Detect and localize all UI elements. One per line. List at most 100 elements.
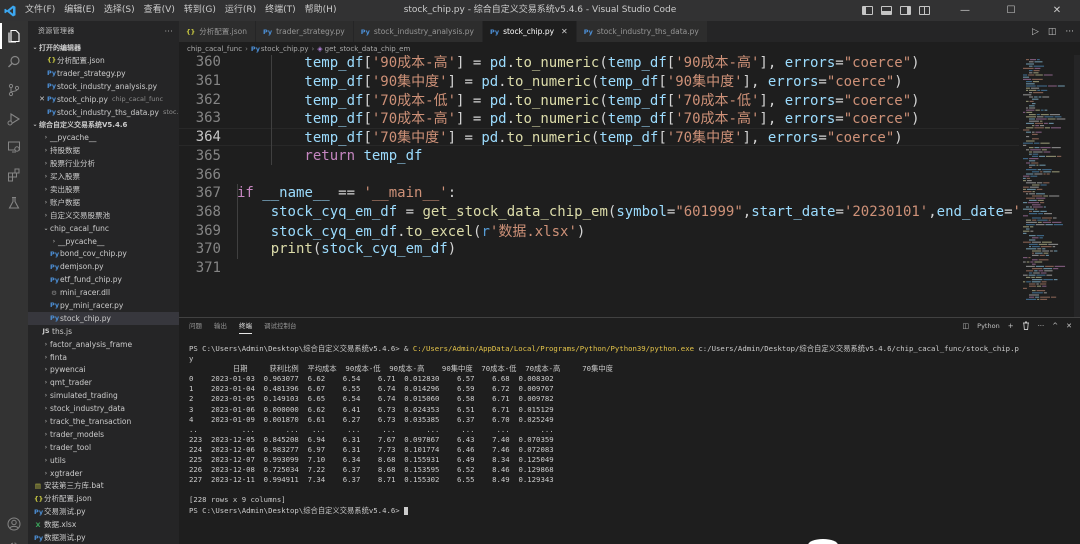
- panel-tab[interactable]: 调试控制台: [264, 318, 297, 334]
- folder-item[interactable]: › stock_industry_data: [28, 402, 179, 415]
- explorer-icon[interactable]: [0, 23, 28, 49]
- folder-item[interactable]: › xgtrader: [28, 467, 179, 480]
- folder-item[interactable]: › 卖出股票: [28, 183, 179, 196]
- run-debug-icon[interactable]: [0, 106, 28, 132]
- tab-trader_strategy-py[interactable]: Py trader_strategy.py: [255, 21, 354, 42]
- folder-item[interactable]: › trader_models: [28, 428, 179, 441]
- code-line[interactable]: 364 temp_df['70集中度'] = pd.to_numeric(temp…: [179, 127, 1019, 147]
- folder-item[interactable]: › pywencai: [28, 363, 179, 376]
- close-window-button[interactable]: ✕: [1034, 0, 1080, 21]
- maximize-button[interactable]: ☐: [988, 0, 1034, 21]
- customize-layout-icon[interactable]: [919, 6, 930, 15]
- breadcrumb-item[interactable]: get_stock_data_chip_em: [325, 45, 411, 53]
- open-editor-item[interactable]: ✕ Py stock_chip.py chip_cacal_func: [28, 93, 179, 106]
- folder-item[interactable]: › utils: [28, 454, 179, 467]
- panel-tab[interactable]: 终端: [239, 318, 252, 334]
- menu-item[interactable]: 文件(F): [20, 0, 59, 21]
- code-line[interactable]: 365 return temp_df: [179, 147, 1019, 166]
- remote-explorer-icon[interactable]: [0, 134, 28, 160]
- file-item[interactable]: Py py_mini_racer.py: [28, 299, 179, 312]
- toggle-sidebar-icon[interactable]: [862, 6, 873, 15]
- tab--json[interactable]: {} 分析配置.json: [179, 21, 256, 42]
- code-line[interactable]: 366: [179, 165, 1019, 184]
- menu-item[interactable]: 运行(R): [220, 0, 260, 21]
- file-item[interactable]: Py etf_fund_chip.py: [28, 273, 179, 286]
- editor-scrollbar[interactable]: [1074, 55, 1080, 317]
- run-python-icon[interactable]: ▷: [1032, 27, 1039, 37]
- code-line[interactable]: 360 temp_df['90成本-高'] = pd.to_numeric(tem…: [179, 55, 1019, 72]
- file-item[interactable]: Py bond_cov_chip.py: [28, 247, 179, 260]
- folder-item[interactable]: › finta: [28, 351, 179, 364]
- open-editor-item[interactable]: Py stock_industry_analysis.py: [28, 80, 179, 93]
- minimap[interactable]: [1019, 55, 1080, 317]
- source-control-icon[interactable]: [0, 77, 28, 103]
- folder-item[interactable]: › simulated_trading: [28, 389, 179, 402]
- terminal-output[interactable]: PS C:\Users\Admin\Desktop\综合自定义交易系统v5.4.…: [189, 344, 1074, 516]
- code-line[interactable]: 362 temp_df['70成本-低'] = pd.to_numeric(tem…: [179, 90, 1019, 109]
- toggle-panel-icon[interactable]: [881, 6, 892, 15]
- folder-item[interactable]: › qmt_trader: [28, 376, 179, 389]
- toggle-secondary-sidebar-icon[interactable]: [900, 6, 911, 15]
- file-item[interactable]: Py 数据测试.py: [28, 531, 179, 544]
- code-line[interactable]: 361 temp_df['90集中度'] = pd.to_numeric(temp…: [179, 72, 1019, 91]
- file-item[interactable]: ▤ 安装第三方库.bat: [28, 480, 179, 493]
- menu-item[interactable]: 终端(T): [260, 0, 300, 21]
- menu-item[interactable]: 选择(S): [99, 0, 139, 21]
- manage-gear-icon[interactable]: [0, 535, 28, 544]
- panel-more-button[interactable]: ···: [1038, 322, 1045, 330]
- file-item[interactable]: Py demjson.py: [28, 260, 179, 273]
- terminal-split-icon[interactable]: ◫: [963, 322, 970, 330]
- file-item[interactable]: JS ths.js: [28, 325, 179, 338]
- explorer-more-button[interactable]: ···: [164, 27, 173, 36]
- account-icon[interactable]: [0, 511, 28, 537]
- menu-item[interactable]: 编辑(E): [59, 0, 99, 21]
- folder-item[interactable]: ⌄ chip_cacal_func: [28, 222, 179, 235]
- code-editor[interactable]: 360 temp_df['90成本-高'] = pd.to_numeric(tem…: [179, 55, 1019, 317]
- breadcrumb-item[interactable]: stock_chip.py: [261, 45, 309, 53]
- open-editor-item[interactable]: Py trader_strategy.py: [28, 67, 179, 80]
- folder-item[interactable]: › 股票行业分析: [28, 157, 179, 170]
- open-editor-item[interactable]: Pystock_industry_ths_data.pystoc...: [28, 106, 179, 119]
- code-line[interactable]: 370 print(stock_cyq_em_df): [179, 240, 1019, 259]
- code-line[interactable]: 367 if __name__ == '__main__':: [179, 184, 1019, 203]
- code-line[interactable]: 363 temp_df['70成本-高'] = pd.to_numeric(tem…: [179, 109, 1019, 128]
- folder-item[interactable]: › __pycache__: [28, 235, 179, 248]
- menu-item[interactable]: 查看(V): [139, 0, 179, 21]
- folder-item[interactable]: › 账户数据: [28, 196, 179, 209]
- folder-item[interactable]: › 买入股票: [28, 170, 179, 183]
- maximize-panel-icon[interactable]: ^: [1052, 322, 1058, 330]
- tab-stock_chip-py[interactable]: Py stock_chip.py ✕: [482, 21, 577, 42]
- close-icon[interactable]: ✕: [561, 27, 568, 36]
- folder-item[interactable]: › 持股数据: [28, 144, 179, 157]
- file-item[interactable]: Py stock_chip.py: [28, 311, 179, 325]
- folder-item[interactable]: › factor_analysis_frame: [28, 338, 179, 351]
- code-line[interactable]: 371: [179, 259, 1019, 278]
- folder-item[interactable]: › __pycache__: [28, 131, 179, 144]
- testing-icon[interactable]: [0, 190, 28, 216]
- terminal-kind-label[interactable]: Python: [977, 322, 1000, 330]
- file-item[interactable]: Py 交易测试.py: [28, 505, 179, 518]
- close-panel-button[interactable]: ✕: [1066, 322, 1072, 330]
- open-editor-item[interactable]: {} 分析配置.json: [28, 54, 179, 67]
- open-editors-section[interactable]: ⌄ 打开的编辑器: [28, 41, 179, 54]
- code-line[interactable]: 369 stock_cyq_em_df.to_excel(r'数据.xlsx'): [179, 221, 1019, 240]
- panel-tab[interactable]: 问题: [189, 318, 202, 334]
- new-terminal-button[interactable]: +: [1008, 322, 1014, 330]
- folder-item[interactable]: › track_the_transaction: [28, 415, 179, 428]
- code-line[interactable]: 368 stock_cyq_em_df = get_stock_data_chip…: [179, 203, 1019, 222]
- file-item[interactable]: ⚙ mini_racer.dll: [28, 286, 179, 299]
- breadcrumb-item[interactable]: chip_cacal_func: [187, 45, 242, 53]
- folder-item[interactable]: › 自定义交易股票池: [28, 209, 179, 222]
- panel-tab[interactable]: 输出: [214, 318, 227, 334]
- split-editor-icon[interactable]: ◫: [1048, 27, 1057, 37]
- tab-stock_industry_analysis-py[interactable]: Py stock_industry_analysis.py: [353, 21, 483, 42]
- file-item[interactable]: X 数据.xlsx: [28, 518, 179, 531]
- search-icon[interactable]: [0, 49, 28, 75]
- extensions-icon[interactable]: [0, 162, 28, 188]
- folder-item[interactable]: › trader_tool: [28, 441, 179, 454]
- workspace-section[interactable]: ⌄ 综合自定义交易系统V5.4.6: [28, 118, 179, 131]
- more-actions-icon[interactable]: ···: [1065, 27, 1074, 37]
- close-icon[interactable]: ✕: [38, 95, 46, 103]
- kill-terminal-icon[interactable]: [1022, 321, 1030, 332]
- minimize-button[interactable]: —: [942, 0, 988, 21]
